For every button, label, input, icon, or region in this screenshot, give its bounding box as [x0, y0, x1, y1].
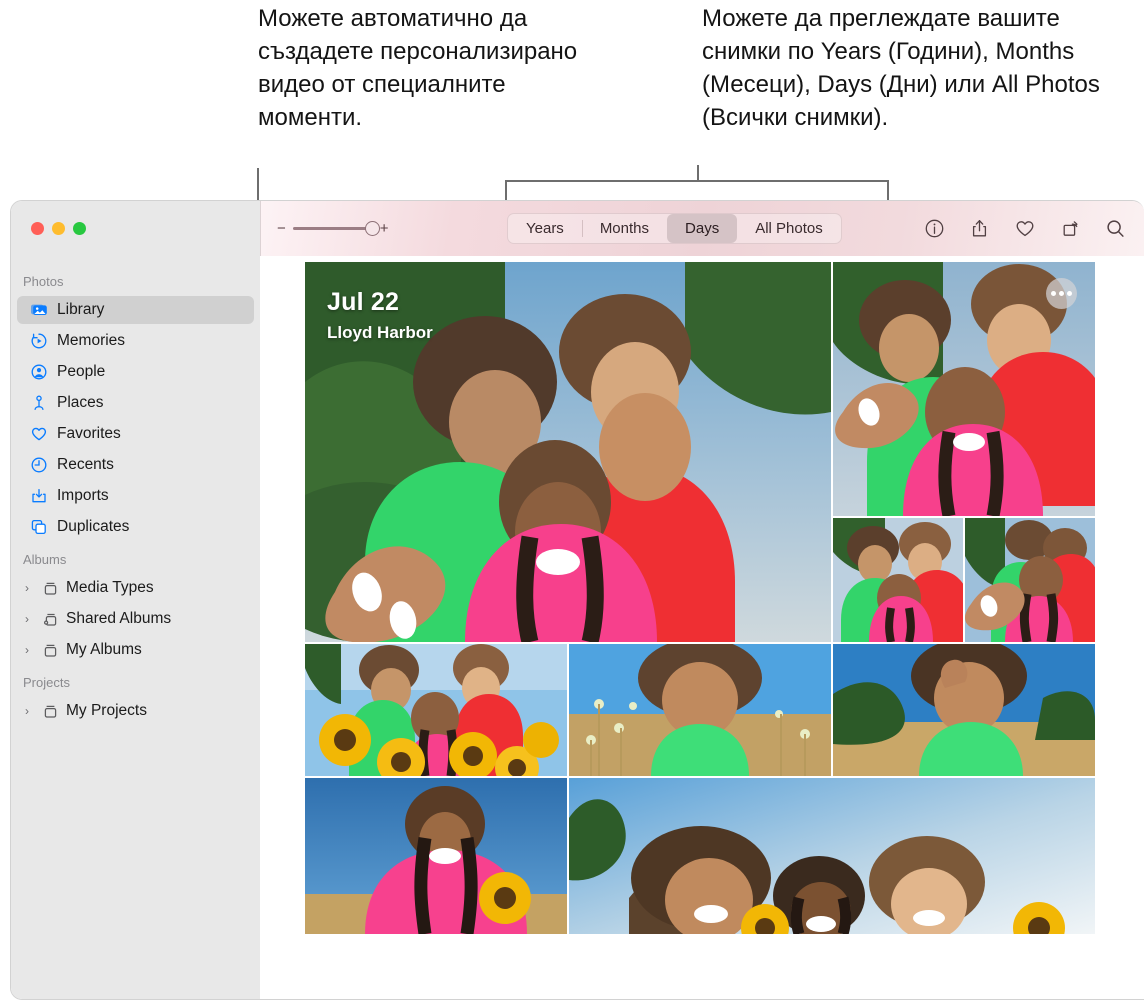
- zoom-out-icon[interactable]: −: [277, 221, 286, 236]
- zoom-slider-knob[interactable]: [364, 221, 380, 236]
- callout-text-left: Можете автоматично да създадете персонал…: [258, 5, 578, 131]
- photo-thumbnail: [305, 644, 567, 776]
- screenshot-root: Можете автоматично да създадете персонал…: [0, 0, 1144, 1000]
- photo-thumbnail: [833, 518, 963, 642]
- sidebar-item-duplicates[interactable]: Duplicates: [17, 513, 254, 541]
- photo-cell-hero[interactable]: Jul 22 Lloyd Harbor: [305, 262, 831, 642]
- toolbar-icons: [924, 218, 1126, 239]
- sidebar-section-projects: Projects: [23, 675, 70, 690]
- minimize-button[interactable]: [52, 222, 65, 235]
- sidebar-item-label: Favorites: [57, 425, 121, 442]
- sidebar-item-label: People: [57, 363, 106, 380]
- photo-cell-3[interactable]: [833, 518, 963, 642]
- sidebar-item-library[interactable]: Library: [17, 296, 254, 324]
- photo-row: Jul 22 Lloyd Harbor: [305, 262, 1095, 642]
- photo-thumbnail: [965, 518, 1095, 642]
- sidebar-item-label: My Projects: [66, 702, 147, 719]
- titlebar-left: [11, 201, 260, 256]
- zoom-in-icon[interactable]: +: [380, 221, 389, 236]
- sidebar-item-people[interactable]: People: [17, 358, 254, 386]
- sidebar-section-albums: Albums: [23, 552, 67, 567]
- sidebar-item-label: Media Types: [66, 579, 154, 596]
- sidebar-item-label: Imports: [57, 487, 109, 504]
- photo-row: [305, 644, 1095, 776]
- sidebar-item-my-projects[interactable]: › My Projects: [17, 697, 254, 725]
- sidebar-item-favorites[interactable]: Favorites: [17, 420, 254, 448]
- close-button[interactable]: [31, 222, 44, 235]
- sidebar-item-my-albums[interactable]: › My Albums: [17, 636, 254, 664]
- photo-thumbnail: [305, 262, 831, 642]
- favorites-icon: [29, 425, 48, 444]
- tab-all-photos[interactable]: All Photos: [737, 214, 841, 243]
- duplicates-icon: [29, 518, 48, 537]
- photo-cell-5[interactable]: [305, 644, 567, 776]
- shared-album-icon: [41, 610, 60, 629]
- callout-leader-right-bracket: [505, 180, 889, 182]
- photo-grid: Jul 22 Lloyd Harbor: [305, 262, 1095, 934]
- chevron-right-icon[interactable]: ›: [25, 705, 36, 717]
- tab-years[interactable]: Years: [508, 214, 582, 243]
- sidebar-item-label: Duplicates: [57, 518, 130, 535]
- more-options-button[interactable]: [1046, 278, 1077, 309]
- places-icon: [29, 394, 48, 413]
- sidebar-item-imports[interactable]: Imports: [17, 482, 254, 510]
- album-icon: [41, 702, 60, 721]
- sidebar: Photos Library Memories People Places Fa…: [11, 256, 260, 999]
- sidebar-item-label: Shared Albums: [66, 610, 172, 627]
- callout-text-right: Можете да преглеждате вашите снимки по Y…: [702, 5, 1100, 131]
- sidebar-item-label: Memories: [57, 332, 126, 349]
- info-icon[interactable]: [924, 218, 945, 239]
- photo-cell-8[interactable]: [305, 778, 567, 934]
- zoom-slider-track[interactable]: [292, 221, 380, 236]
- chevron-right-icon[interactable]: ›: [25, 613, 36, 625]
- heart-icon[interactable]: [1014, 218, 1036, 239]
- recents-icon: [29, 456, 48, 475]
- sidebar-item-memories[interactable]: Memories: [17, 327, 254, 355]
- album-icon: [41, 579, 60, 598]
- chevron-right-icon[interactable]: ›: [25, 644, 36, 656]
- window-body: Photos Library Memories People Places Fa…: [11, 256, 1144, 999]
- sidebar-item-label: Recents: [57, 456, 114, 473]
- search-icon[interactable]: [1105, 218, 1126, 239]
- photo-thumbnail: [569, 778, 1095, 934]
- maximize-button[interactable]: [73, 222, 86, 235]
- tab-days[interactable]: Days: [667, 214, 738, 243]
- photo-cell-9[interactable]: [569, 778, 1095, 934]
- tab-months[interactable]: Months: [581, 214, 667, 243]
- photo-thumbnail: [569, 644, 831, 776]
- sidebar-item-media-types[interactable]: › Media Types: [17, 574, 254, 602]
- imports-icon: [29, 487, 48, 506]
- view-mode-segmented-control[interactable]: Years Months Days All Photos: [507, 213, 842, 244]
- memories-icon: [29, 332, 48, 351]
- sidebar-item-label: My Albums: [66, 641, 142, 658]
- rotate-icon[interactable]: [1060, 218, 1081, 239]
- photo-thumbnail: [833, 644, 1095, 776]
- share-icon[interactable]: [969, 218, 990, 239]
- album-icon: [41, 641, 60, 660]
- library-icon: [29, 301, 48, 320]
- people-icon: [29, 363, 48, 382]
- photo-cell-4[interactable]: [965, 518, 1095, 642]
- toolbar: − + Years Months Days All Photos: [260, 201, 1144, 256]
- photos-app-window: − + Years Months Days All Photos Photos …: [10, 200, 1144, 1000]
- sidebar-item-label: Places: [57, 394, 104, 411]
- window-titlebar: − + Years Months Days All Photos: [11, 201, 1144, 256]
- zoom-slider[interactable]: − +: [277, 221, 389, 236]
- sidebar-item-recents[interactable]: Recents: [17, 451, 254, 479]
- sidebar-item-label: Library: [57, 301, 105, 318]
- photo-thumbnail: [305, 778, 567, 934]
- photo-cell-2[interactable]: [833, 262, 1095, 516]
- photo-row: [305, 778, 1095, 934]
- sidebar-item-shared-albums[interactable]: › Shared Albums: [17, 605, 254, 633]
- photo-grid-area: Jul 22 Lloyd Harbor: [260, 256, 1144, 999]
- photo-cell-7[interactable]: [833, 644, 1095, 776]
- sidebar-item-places[interactable]: Places: [17, 389, 254, 417]
- sidebar-section-photos: Photos: [23, 274, 64, 289]
- photo-cell-6[interactable]: [569, 644, 831, 776]
- chevron-right-icon[interactable]: ›: [25, 582, 36, 594]
